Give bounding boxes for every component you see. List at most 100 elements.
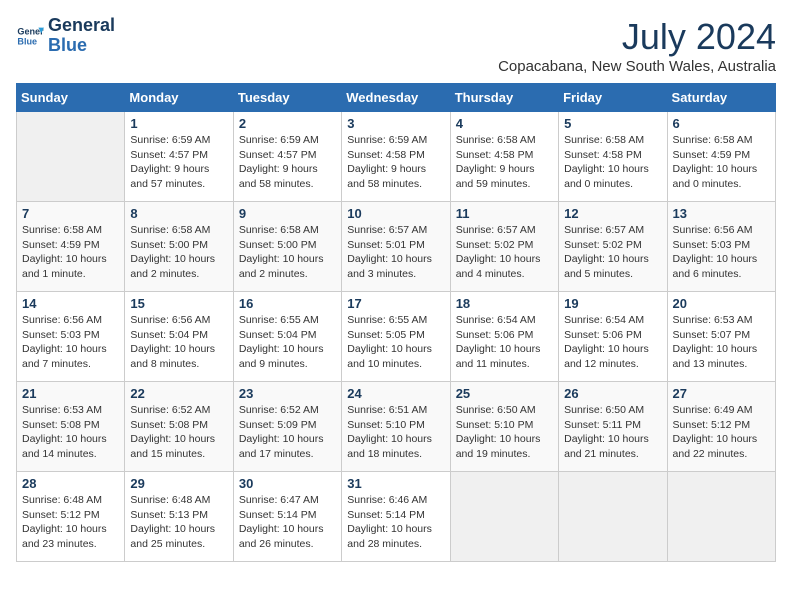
day-info: Sunrise: 6:46 AM Sunset: 5:14 PM Dayligh… [347, 493, 444, 552]
day-info: Sunrise: 6:52 AM Sunset: 5:09 PM Dayligh… [239, 403, 336, 462]
header-day-friday: Friday [559, 84, 667, 112]
day-number: 30 [239, 476, 336, 491]
calendar-cell: 7 Sunrise: 6:58 AM Sunset: 4:59 PM Daylig… [17, 202, 125, 292]
header-day-tuesday: Tuesday [233, 84, 341, 112]
month-title: July 2024 [498, 16, 776, 58]
day-number: 5 [564, 116, 661, 131]
day-number: 1 [130, 116, 227, 131]
day-info: Sunrise: 6:47 AM Sunset: 5:14 PM Dayligh… [239, 493, 336, 552]
calendar-cell: 14 Sunrise: 6:56 AM Sunset: 5:03 PM Dayli… [17, 292, 125, 382]
calendar-cell: 5 Sunrise: 6:58 AM Sunset: 4:58 PM Daylig… [559, 112, 667, 202]
day-info: Sunrise: 6:59 AM Sunset: 4:57 PM Dayligh… [130, 133, 227, 192]
calendar-cell: 16Sunrise: 6:55 AM Sunset: 5:04 PM Dayli… [233, 292, 341, 382]
calendar-cell: 24 Sunrise: 6:51 AM Sunset: 5:10 PM Dayli… [342, 382, 450, 472]
calendar-cell: 3 Sunrise: 6:59 AM Sunset: 4:58 PM Daylig… [342, 112, 450, 202]
calendar-cell [17, 112, 125, 202]
calendar-cell: 9 Sunrise: 6:58 AM Sunset: 5:00 PM Daylig… [233, 202, 341, 292]
day-info: Sunrise: 6:58 AM Sunset: 4:59 PM Dayligh… [22, 223, 119, 282]
day-number: 22 [130, 386, 227, 401]
day-info: Sunrise: 6:48 AM Sunset: 5:12 PM Dayligh… [22, 493, 119, 552]
header-day-monday: Monday [125, 84, 233, 112]
calendar-cell: 31 Sunrise: 6:46 AM Sunset: 5:14 PM Dayli… [342, 472, 450, 562]
day-number: 27 [673, 386, 770, 401]
day-info: Sunrise: 6:48 AM Sunset: 5:13 PM Dayligh… [130, 493, 227, 552]
day-number: 28 [22, 476, 119, 491]
day-info: Sunrise: 6:56 AM Sunset: 5:03 PM Dayligh… [22, 313, 119, 372]
day-info: Sunrise: 6:59 AM Sunset: 4:58 PM Dayligh… [347, 133, 444, 192]
day-info: Sunrise: 6:50 AM Sunset: 5:10 PM Dayligh… [456, 403, 553, 462]
page-header: General Blue General Blue July 2024 Copa… [16, 16, 776, 75]
calendar-header-row: SundayMondayTuesdayWednesdayThursdayFrid… [17, 84, 776, 112]
calendar-week-4: 21 Sunrise: 6:53 AM Sunset: 5:08 PM Dayli… [17, 382, 776, 472]
calendar-week-1: 1 Sunrise: 6:59 AM Sunset: 4:57 PM Daylig… [17, 112, 776, 202]
calendar-cell: 22 Sunrise: 6:52 AM Sunset: 5:08 PM Dayli… [125, 382, 233, 472]
calendar-cell: 21 Sunrise: 6:53 AM Sunset: 5:08 PM Dayli… [17, 382, 125, 472]
calendar-week-3: 14 Sunrise: 6:56 AM Sunset: 5:03 PM Dayli… [17, 292, 776, 382]
calendar-cell: 26 Sunrise: 6:50 AM Sunset: 5:11 PM Dayli… [559, 382, 667, 472]
calendar-cell: 25 Sunrise: 6:50 AM Sunset: 5:10 PM Dayli… [450, 382, 558, 472]
day-info: Sunrise: 6:58 AM Sunset: 4:58 PM Dayligh… [456, 133, 553, 192]
day-info: Sunrise: 6:58 AM Sunset: 5:00 PM Dayligh… [239, 223, 336, 282]
calendar-cell: 20 Sunrise: 6:53 AM Sunset: 5:07 PM Dayli… [667, 292, 775, 382]
calendar-cell: 30 Sunrise: 6:47 AM Sunset: 5:14 PM Dayli… [233, 472, 341, 562]
calendar-cell: 29 Sunrise: 6:48 AM Sunset: 5:13 PM Dayli… [125, 472, 233, 562]
day-number: 26 [564, 386, 661, 401]
day-info: Sunrise: 6:53 AM Sunset: 5:08 PM Dayligh… [22, 403, 119, 462]
day-number: 29 [130, 476, 227, 491]
calendar-cell [450, 472, 558, 562]
calendar-cell: 2Sunrise: 6:59 AM Sunset: 4:57 PM Daylig… [233, 112, 341, 202]
day-number: 23 [239, 386, 336, 401]
calendar-table: SundayMondayTuesdayWednesdayThursdayFrid… [16, 83, 776, 562]
calendar-cell: 13 Sunrise: 6:56 AM Sunset: 5:03 PM Dayli… [667, 202, 775, 292]
calendar-cell: 17Sunrise: 6:55 AM Sunset: 5:05 PM Dayli… [342, 292, 450, 382]
day-number: 8 [130, 206, 227, 221]
header-day-wednesday: Wednesday [342, 84, 450, 112]
logo-text: General Blue [48, 16, 115, 56]
day-number: 7 [22, 206, 119, 221]
calendar-cell: 4 Sunrise: 6:58 AM Sunset: 4:58 PM Daylig… [450, 112, 558, 202]
day-number: 21 [22, 386, 119, 401]
calendar-cell: 15 Sunrise: 6:56 AM Sunset: 5:04 PM Dayli… [125, 292, 233, 382]
day-number: 12 [564, 206, 661, 221]
header-day-thursday: Thursday [450, 84, 558, 112]
day-number: 13 [673, 206, 770, 221]
day-number: 31 [347, 476, 444, 491]
day-info: Sunrise: 6:52 AM Sunset: 5:08 PM Dayligh… [130, 403, 227, 462]
day-info: Sunrise: 6:50 AM Sunset: 5:11 PM Dayligh… [564, 403, 661, 462]
calendar-cell: 1 Sunrise: 6:59 AM Sunset: 4:57 PM Daylig… [125, 112, 233, 202]
day-number: 6 [673, 116, 770, 131]
day-number: 9 [239, 206, 336, 221]
day-info: Sunrise: 6:51 AM Sunset: 5:10 PM Dayligh… [347, 403, 444, 462]
day-number: 3 [347, 116, 444, 131]
day-info: Sunrise: 6:55 AM Sunset: 5:04 PM Dayligh… [239, 313, 336, 372]
calendar-cell [559, 472, 667, 562]
day-info: Sunrise: 6:56 AM Sunset: 5:04 PM Dayligh… [130, 313, 227, 372]
calendar-cell: 18Sunrise: 6:54 AM Sunset: 5:06 PM Dayli… [450, 292, 558, 382]
day-number: 15 [130, 296, 227, 311]
logo-icon: General Blue [16, 22, 44, 50]
calendar-week-2: 7 Sunrise: 6:58 AM Sunset: 4:59 PM Daylig… [17, 202, 776, 292]
day-number: 14 [22, 296, 119, 311]
calendar-cell: 10Sunrise: 6:57 AM Sunset: 5:01 PM Dayli… [342, 202, 450, 292]
location-subtitle: Copacabana, New South Wales, Australia [498, 58, 776, 75]
calendar-week-5: 28 Sunrise: 6:48 AM Sunset: 5:12 PM Dayli… [17, 472, 776, 562]
day-number: 4 [456, 116, 553, 131]
day-info: Sunrise: 6:58 AM Sunset: 4:58 PM Dayligh… [564, 133, 661, 192]
day-info: Sunrise: 6:53 AM Sunset: 5:07 PM Dayligh… [673, 313, 770, 372]
day-info: Sunrise: 6:58 AM Sunset: 4:59 PM Dayligh… [673, 133, 770, 192]
day-info: Sunrise: 6:49 AM Sunset: 5:12 PM Dayligh… [673, 403, 770, 462]
calendar-cell: 19Sunrise: 6:54 AM Sunset: 5:06 PM Dayli… [559, 292, 667, 382]
header-day-saturday: Saturday [667, 84, 775, 112]
day-number: 19 [564, 296, 661, 311]
day-info: Sunrise: 6:56 AM Sunset: 5:03 PM Dayligh… [673, 223, 770, 282]
calendar-cell: 27 Sunrise: 6:49 AM Sunset: 5:12 PM Dayli… [667, 382, 775, 472]
calendar-cell: 28 Sunrise: 6:48 AM Sunset: 5:12 PM Dayli… [17, 472, 125, 562]
day-number: 24 [347, 386, 444, 401]
day-number: 20 [673, 296, 770, 311]
header-day-sunday: Sunday [17, 84, 125, 112]
logo: General Blue General Blue [16, 16, 115, 56]
svg-text:Blue: Blue [17, 36, 37, 46]
calendar-cell: 12Sunrise: 6:57 AM Sunset: 5:02 PM Dayli… [559, 202, 667, 292]
day-number: 25 [456, 386, 553, 401]
day-info: Sunrise: 6:55 AM Sunset: 5:05 PM Dayligh… [347, 313, 444, 372]
